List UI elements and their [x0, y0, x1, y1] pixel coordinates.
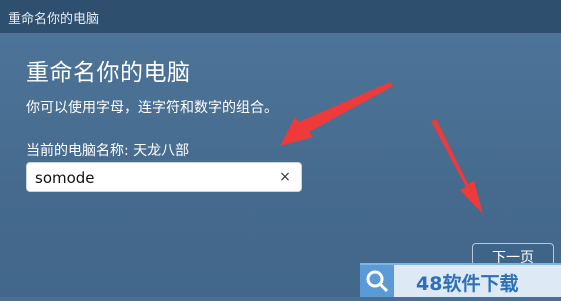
pc-name-field[interactable]: ×: [26, 162, 302, 192]
dialog-description: 你可以使用字母，连字符和数字的组合。: [26, 100, 278, 116]
window-title: 重命名你的电脑: [8, 12, 100, 27]
pc-name-input[interactable]: [35, 167, 275, 189]
current-name-label: 当前的电脑名称: 天龙八部: [26, 143, 190, 159]
watermark-banner: 48软件下载: [360, 263, 561, 297]
dialog-heading: 重命名你的电脑: [26, 60, 191, 86]
close-icon[interactable]: ×: [277, 169, 293, 185]
window-titlebar: 重命名你的电脑: [0, 0, 561, 33]
rename-dialog: 重命名你的电脑 你可以使用字母，连字符和数字的组合。 当前的电脑名称: 天龙八部…: [0, 33, 561, 297]
watermark-text: 48软件下载: [416, 273, 519, 295]
search-icon: [360, 265, 394, 297]
